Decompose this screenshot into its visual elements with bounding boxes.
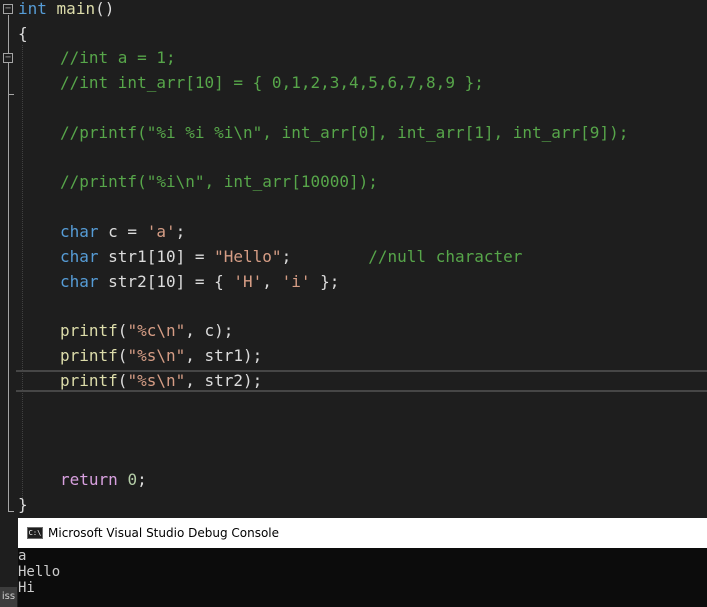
separator: , bbox=[262, 272, 282, 291]
console-output-line: Hello bbox=[18, 564, 61, 580]
comment-text: //int a = 1; bbox=[60, 48, 176, 67]
comment-text: //int int_arr[10] = { 0,1,2,3,4,5,6,7,8,… bbox=[60, 73, 484, 92]
keyword-char: char bbox=[60, 222, 99, 241]
semicolon: ; bbox=[137, 470, 147, 489]
parentheses: () bbox=[95, 0, 115, 18]
code-line-close-brace[interactable]: } bbox=[18, 493, 28, 517]
collapse-comments-icon[interactable]: − bbox=[3, 53, 13, 63]
declaration: str1[10] = bbox=[98, 247, 215, 266]
debug-console-output[interactable]: a Hello Hi bbox=[18, 548, 707, 607]
console-output-line: Hi bbox=[18, 580, 35, 596]
char-literal: 'H' bbox=[233, 272, 263, 291]
indent-guide bbox=[22, 45, 23, 500]
code-line-comment-int-a[interactable]: //int a = 1; bbox=[60, 46, 176, 70]
code-line-printf-str2[interactable]: printf("%s\n", str2); bbox=[60, 369, 262, 393]
function-printf: printf bbox=[60, 321, 118, 340]
code-line-printf-c[interactable]: printf("%c\n", c); bbox=[60, 319, 233, 343]
close-brace: }; bbox=[310, 272, 340, 291]
char-literal: 'a' bbox=[146, 222, 176, 241]
comment-text: //null character bbox=[368, 247, 523, 266]
function-printf: printf bbox=[60, 371, 118, 390]
arguments: , c); bbox=[185, 321, 234, 340]
keyword-return: return bbox=[60, 470, 118, 489]
console-output-line: a bbox=[18, 548, 27, 564]
close-brace: } bbox=[18, 495, 28, 514]
code-line-open-brace[interactable]: { bbox=[18, 22, 28, 46]
format-string: "%s\n" bbox=[127, 371, 186, 390]
number-literal: 0 bbox=[127, 470, 138, 489]
comment-fold-end bbox=[8, 94, 14, 95]
comment-text: //printf("%i %i %i\n", int_arr[0], int_a… bbox=[60, 123, 629, 142]
console-app-icon: C:\ bbox=[27, 527, 43, 539]
open-paren: ( bbox=[117, 346, 128, 365]
keyword-int: int bbox=[18, 0, 47, 18]
char-literal: 'i' bbox=[281, 272, 311, 291]
arguments: , str1); bbox=[185, 346, 263, 365]
string-literal: "Hello" bbox=[214, 247, 282, 266]
format-string: "%c\n" bbox=[127, 321, 186, 340]
collapse-main-icon[interactable]: − bbox=[3, 4, 13, 14]
function-name-main: main bbox=[56, 0, 96, 18]
code-line-comment-int-arr[interactable]: //int int_arr[10] = { 0,1,2,3,4,5,6,7,8,… bbox=[60, 71, 484, 95]
side-tab-label[interactable]: iss bbox=[0, 587, 17, 607]
debug-console-titlebar[interactable]: C:\ Microsoft Visual Studio Debug Consol… bbox=[18, 518, 707, 548]
code-line-return[interactable]: return 0; bbox=[60, 468, 147, 492]
semicolon: ; bbox=[281, 247, 292, 266]
open-paren: ( bbox=[117, 321, 128, 340]
open-brace: { bbox=[18, 24, 28, 43]
fold-guide-end bbox=[8, 511, 14, 512]
code-line-main-signature[interactable]: int main() bbox=[18, 0, 114, 21]
declaration: str2[10] = { bbox=[98, 272, 234, 291]
semicolon: ; bbox=[175, 222, 186, 241]
keyword-char: char bbox=[60, 247, 99, 266]
code-line-comment-printf-10000[interactable]: //printf("%i\n", int_arr[10000]); bbox=[60, 170, 378, 194]
code-line-comment-printf-arr[interactable]: //printf("%i %i %i\n", int_arr[0], int_a… bbox=[60, 121, 628, 145]
keyword-char: char bbox=[60, 272, 99, 291]
arguments: , str2); bbox=[185, 371, 263, 390]
code-editor[interactable]: − − int main() { //int a = 1; //int int_… bbox=[0, 0, 707, 518]
function-printf: printf bbox=[60, 346, 118, 365]
comment-text: //printf("%i\n", int_arr[10000]); bbox=[60, 172, 378, 191]
code-line-char-str2[interactable]: char str2[10] = { 'H', 'i' }; bbox=[60, 270, 339, 294]
declaration: c = bbox=[98, 222, 147, 241]
open-paren: ( bbox=[117, 371, 128, 390]
debug-console-title: Microsoft Visual Studio Debug Console bbox=[48, 526, 280, 540]
comment-fold-guide bbox=[8, 64, 9, 94]
code-line-printf-str1[interactable]: printf("%s\n", str1); bbox=[60, 344, 262, 368]
code-line-char-c[interactable]: char c = 'a'; bbox=[60, 220, 185, 244]
format-string: "%s\n" bbox=[127, 346, 186, 365]
code-line-char-str1[interactable]: char str1[10] = "Hello"; //null characte… bbox=[60, 245, 522, 269]
